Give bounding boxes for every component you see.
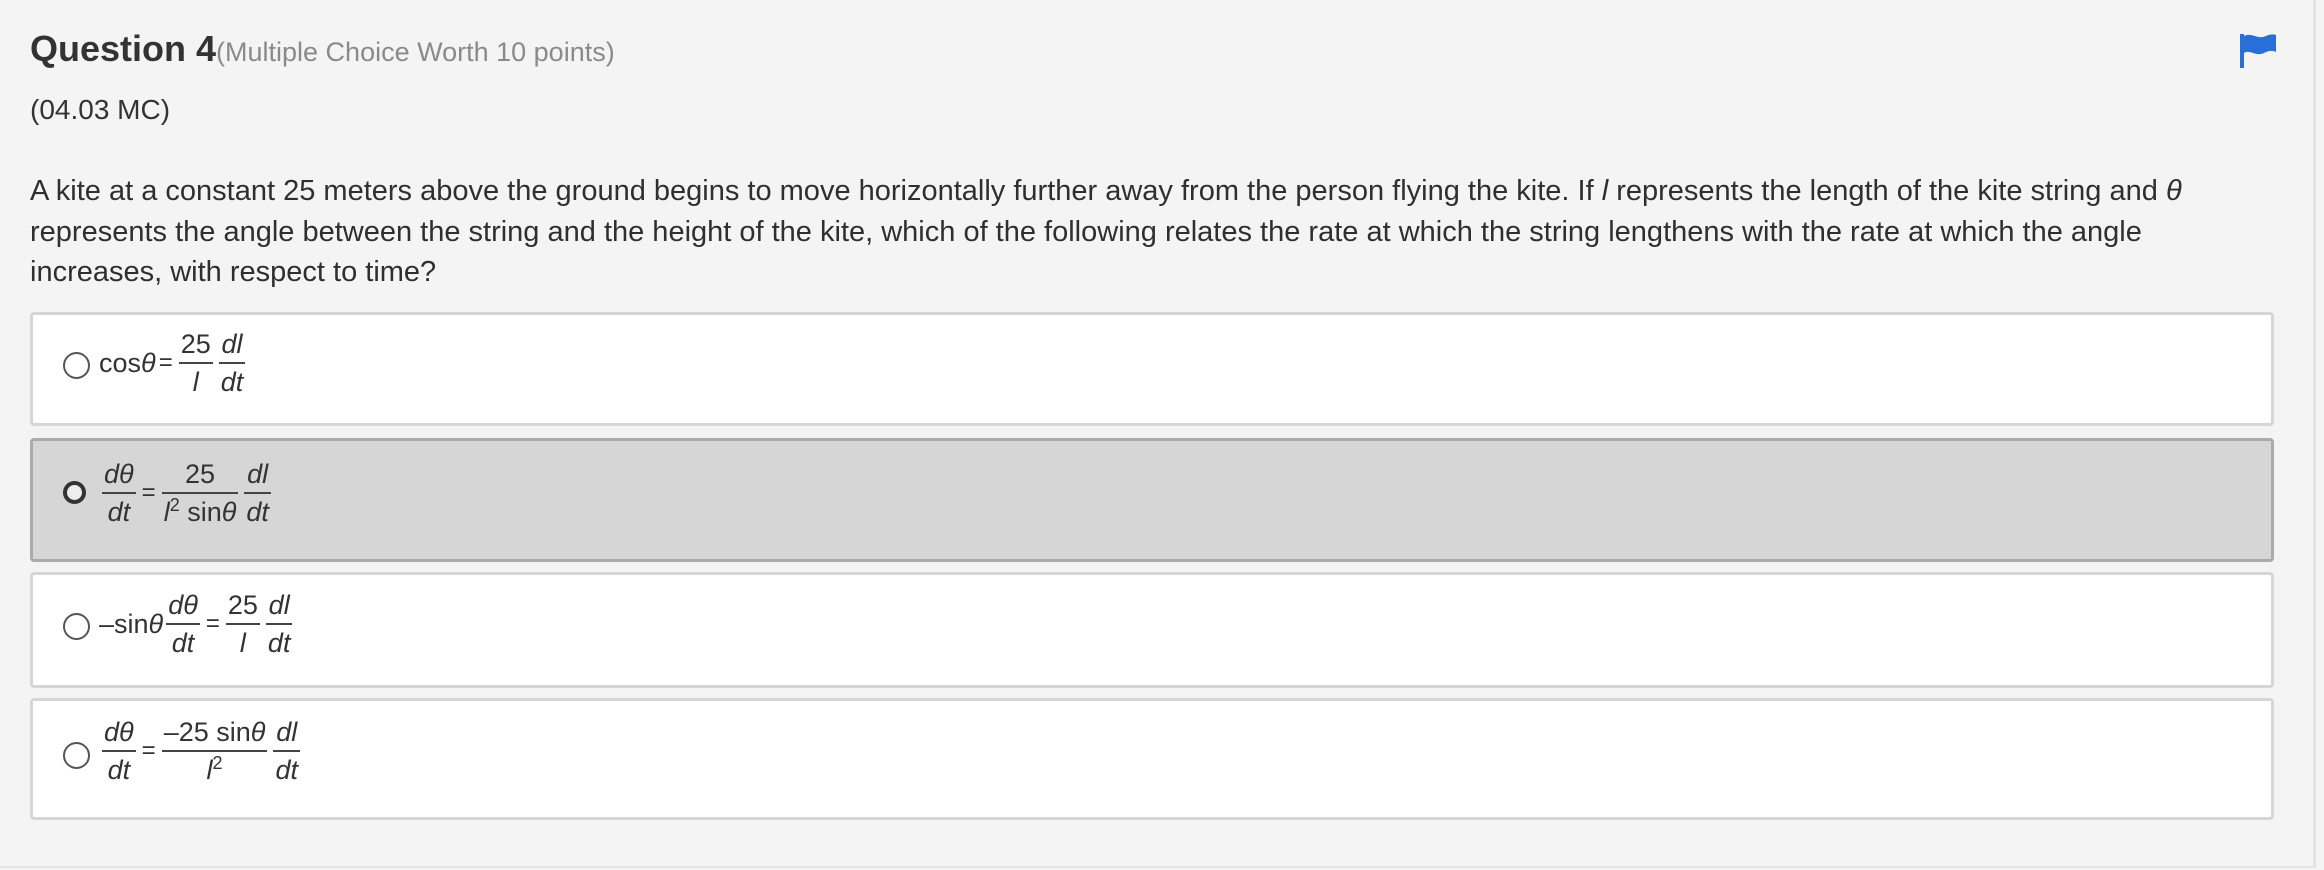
denominator: dt [107, 755, 131, 785]
stem-text: represents the length of the kite string… [1608, 175, 2166, 207]
denominator: l [239, 628, 246, 658]
stem-text: represents the angle between the string … [30, 215, 2142, 289]
denominator: dt [275, 755, 298, 785]
fraction: dθ dt [166, 590, 200, 658]
answer-choice-a[interactable]: cos θ = 25 l dl dt [30, 312, 2274, 426]
fraction: 25 l [225, 590, 260, 658]
fraction: dl dt [265, 590, 293, 658]
question-code: (04.03 MC) [30, 94, 171, 125]
choice-c-expression: –sin θ dθ dt = 25 l dl dt [99, 590, 295, 658]
radio-button-b[interactable] [63, 481, 86, 504]
fraction: 25 l2 sinθ [161, 459, 239, 527]
equals-sign: = [158, 349, 173, 376]
math-text: –25 [163, 717, 209, 747]
radio-button-a[interactable] [63, 352, 90, 379]
numerator: dl [221, 329, 243, 359]
numerator: 25 [180, 329, 211, 359]
radio-button-d[interactable] [63, 742, 90, 769]
numerator: 25 [185, 459, 216, 489]
question-title: Question 4 [30, 28, 217, 69]
fraction: dl dt [273, 717, 300, 785]
math-text: –sin [99, 608, 149, 639]
numerator: 25 [227, 590, 258, 620]
fraction: dθ dt [102, 717, 136, 785]
choice-d-expression: dθ dt = –25 sinθ l2 dl dt [99, 717, 303, 785]
math-text: θ [250, 717, 266, 747]
choice-a-expression: cos θ = 25 l dl dt [99, 329, 248, 397]
math-text: cos [99, 347, 142, 378]
equals-sign: = [141, 737, 156, 764]
question-header: Question 4 (Multiple Choice Worth 10 poi… [30, 28, 615, 70]
numerator: dθ [104, 717, 134, 747]
denominator: dt [107, 497, 131, 527]
math-text: θ [141, 347, 156, 378]
numerator: dθ [104, 459, 134, 489]
denominator: dt [267, 628, 291, 658]
denominator: l [192, 367, 199, 397]
question-points: (Multiple Choice Worth 10 points) [216, 37, 615, 67]
denominator: dt [171, 628, 195, 658]
fraction: dl dt [244, 459, 271, 527]
math-text: sin [216, 717, 251, 747]
math-text: θ [148, 608, 164, 639]
question-panel: Question 4 (Multiple Choice Worth 10 poi… [0, 0, 2316, 868]
stem-variable-theta: θ [2165, 175, 2182, 207]
radio-button-c[interactable] [63, 613, 90, 640]
denominator: l2 sinθ [162, 494, 239, 527]
math-text: θ [221, 497, 237, 527]
answer-choice-c[interactable]: –sin θ dθ dt = 25 l dl dt [30, 572, 2274, 688]
choice-b-expression: dθ dt = 25 l2 sinθ dl dt [99, 459, 274, 527]
denominator: dt [220, 367, 244, 397]
fraction: –25 sinθ l2 [161, 717, 268, 785]
denominator: l2 [205, 752, 225, 785]
flag-icon[interactable] [2238, 32, 2278, 68]
equals-sign: = [141, 479, 156, 506]
numerator: –25 sinθ [162, 717, 268, 750]
fraction: dθ dt [102, 459, 136, 527]
fraction: dl dt [218, 329, 246, 397]
exponent: 2 [169, 495, 180, 515]
numerator: dl [247, 459, 269, 489]
denominator: dt [246, 497, 269, 527]
question-stem: A kite at a constant 25 meters above the… [30, 171, 2280, 293]
math-text: sin [187, 497, 222, 527]
numerator: dl [268, 590, 290, 620]
exponent: 2 [212, 753, 223, 773]
answer-choice-b[interactable]: dθ dt = 25 l2 sinθ dl dt [30, 438, 2274, 562]
answer-choice-d[interactable]: dθ dt = –25 sinθ l2 dl dt [30, 698, 2274, 820]
numerator: dl [276, 717, 298, 747]
fraction: 25 l [178, 329, 213, 397]
numerator: dθ [168, 590, 198, 620]
equals-sign: = [205, 610, 220, 637]
stem-text: A kite at a constant 25 meters above the… [30, 175, 1602, 207]
